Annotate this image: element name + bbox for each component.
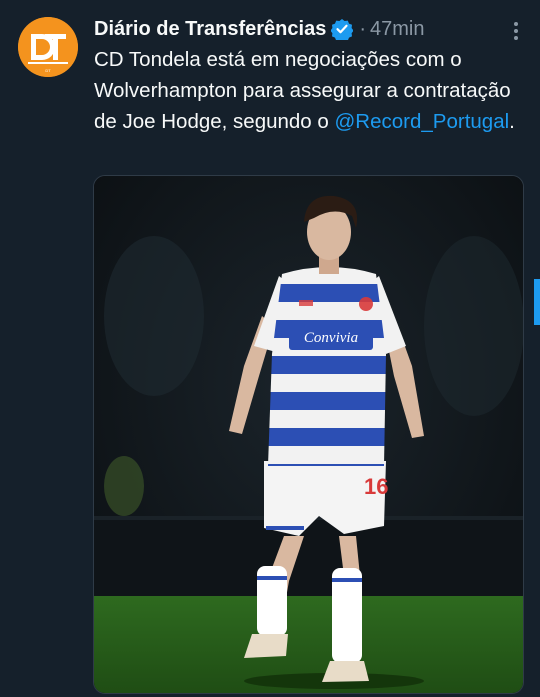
more-options-icon[interactable]: [506, 20, 526, 42]
tweet-text-end: .: [509, 110, 515, 133]
tweet-time[interactable]: 47min: [370, 18, 424, 41]
dt-logo: DT: [18, 17, 78, 77]
sponsor-text: Convivia: [304, 330, 358, 346]
tweet-header: Diário de Transferências · 47min: [94, 14, 526, 44]
scrollbar[interactable]: [534, 279, 540, 325]
tweet-text: CD Tondela está em negociações com o Wol…: [94, 44, 530, 137]
mention-link[interactable]: @Record_Portugal: [335, 110, 510, 133]
tweet[interactable]: DT Diário de Transferências · 47min CD T…: [0, 0, 540, 697]
verified-badge-icon: [330, 18, 354, 43]
player-photo: 16 Convivia: [94, 176, 523, 693]
tweet-photo[interactable]: 16 Convivia: [93, 175, 524, 694]
author-name[interactable]: Diário de Transferências: [94, 18, 326, 41]
avatar[interactable]: DT: [18, 17, 78, 77]
shorts-number: 16: [364, 474, 388, 499]
avatar-text: DT: [45, 68, 51, 73]
header-separator: ·: [359, 17, 366, 40]
